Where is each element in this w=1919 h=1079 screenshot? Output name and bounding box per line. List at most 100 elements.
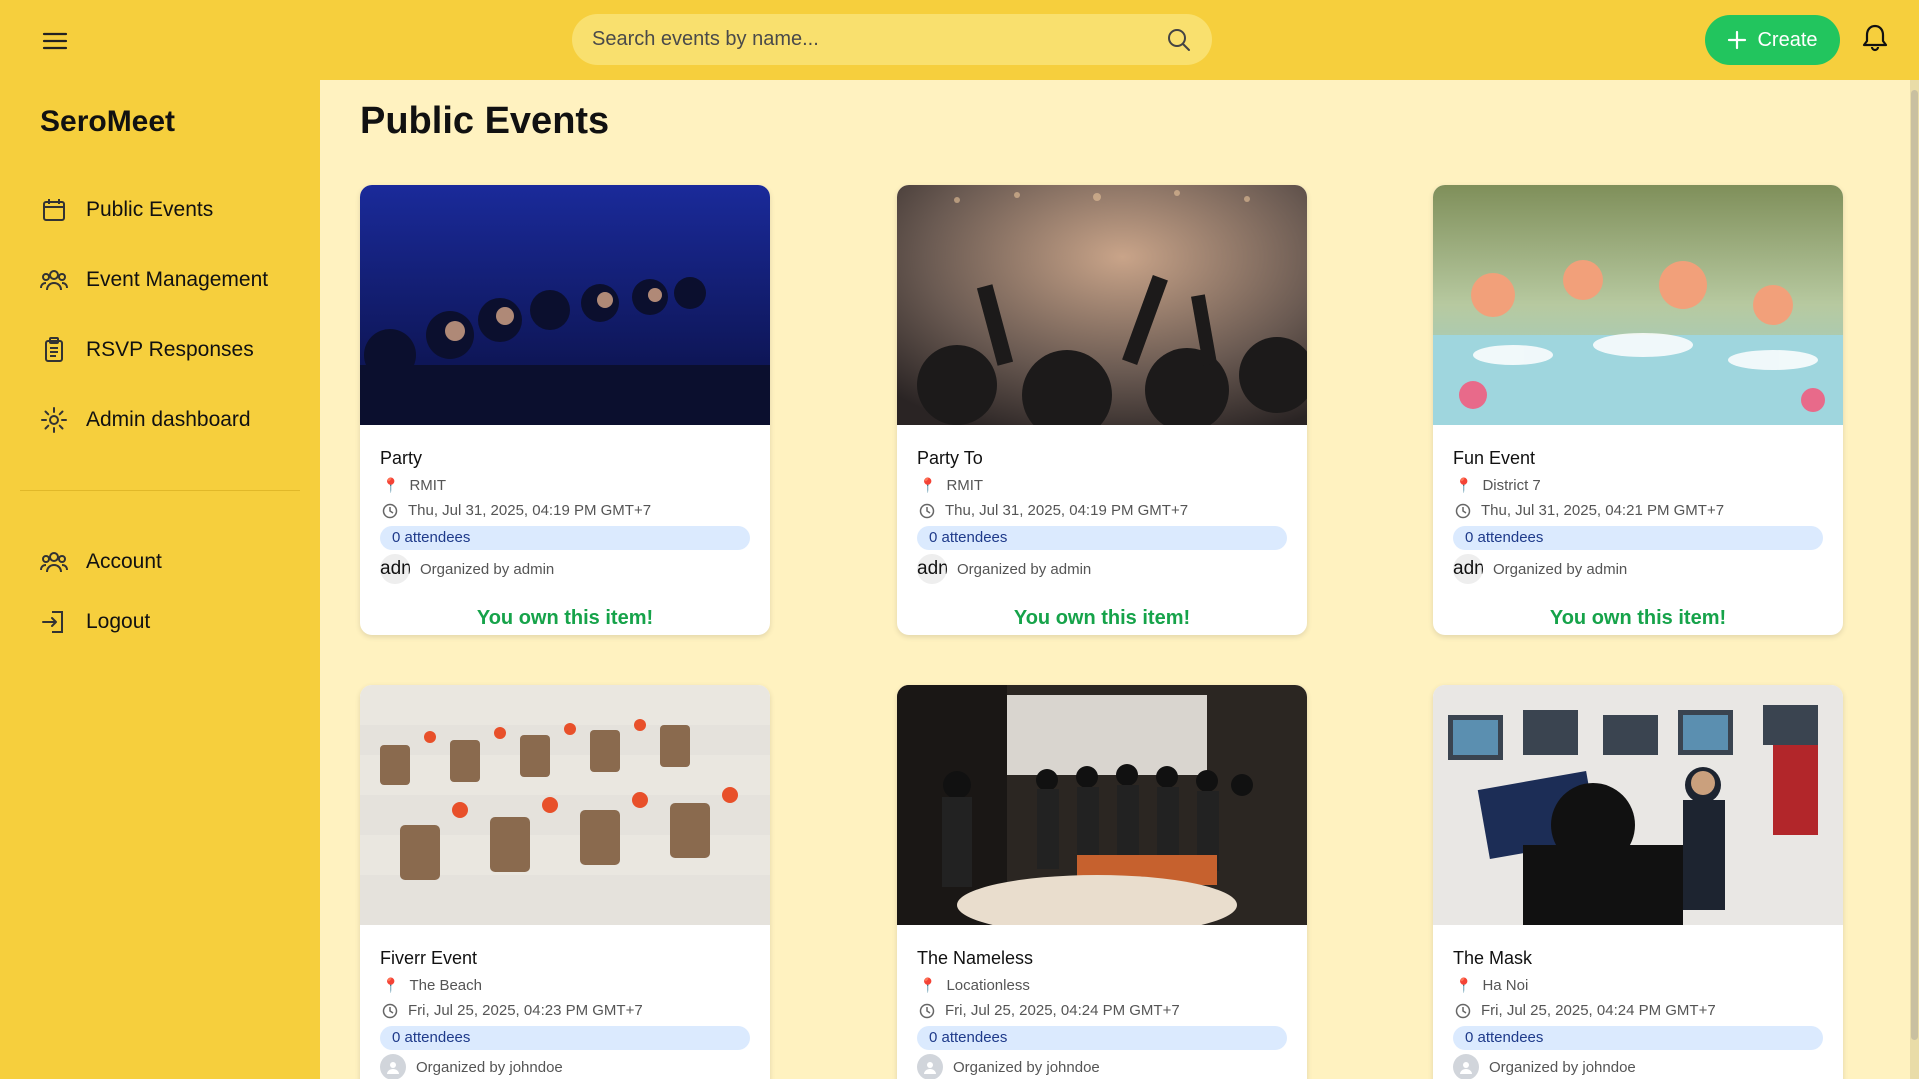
- event-location: 📍 Ha Noi: [1455, 977, 1528, 994]
- organizer-text: Organized by admin: [1493, 560, 1628, 578]
- event-organizer: Organized by johndoe: [380, 1054, 563, 1079]
- event-datetime: Fri, Jul 25, 2025, 04:24 PM GMT+7: [919, 1002, 1180, 1019]
- event-card[interactable]: The Nameless 📍 Locationless Fri, Jul 25,…: [897, 685, 1307, 1079]
- avatar: adn: [380, 554, 410, 584]
- clock-icon: [919, 503, 935, 518]
- bell-icon[interactable]: [1861, 22, 1889, 52]
- clock-icon: [919, 1003, 935, 1018]
- ownership-label: You own this item!: [1013, 607, 1191, 629]
- organizer-text: Organized by johndoe: [953, 1058, 1100, 1076]
- calendar-icon: [43, 199, 65, 221]
- event-datetime: Fri, Jul 25, 2025, 04:23 PM GMT+7: [382, 1002, 643, 1019]
- clock-icon: [382, 503, 398, 518]
- event-title: Fiverr Event: [380, 948, 478, 968]
- event-datetime-text: Fri, Jul 25, 2025, 04:23 PM GMT+7: [408, 1002, 643, 1019]
- event-card[interactable]: Party To 📍 RMIT Thu, Jul 31, 2025, 04:19…: [897, 185, 1307, 635]
- event-datetime-text: Thu, Jul 31, 2025, 04:19 PM GMT+7: [408, 502, 652, 519]
- location-pin-icon: 📍: [382, 977, 400, 993]
- users-icon: [40, 552, 68, 573]
- sidebar-item-rsvp-responses[interactable]: RSVP Responses: [40, 330, 254, 370]
- event-location-text: RMIT: [946, 477, 984, 494]
- user-avatar-icon: [380, 1054, 406, 1079]
- sidebar-item-logout[interactable]: Logout: [40, 602, 150, 642]
- logout-icon: [42, 611, 63, 633]
- sidebar-item-label: Admin dashboard: [86, 408, 251, 431]
- event-datetime-text: Thu, Jul 31, 2025, 04:19 PM GMT+7: [945, 502, 1189, 519]
- create-button[interactable]: Create: [1705, 15, 1840, 65]
- event-location-text: Ha Noi: [1482, 977, 1529, 994]
- event-location-text: The Beach: [409, 977, 482, 994]
- organizer-text: Organized by johndoe: [416, 1058, 563, 1076]
- organizer-text: Organized by admin: [420, 560, 555, 578]
- sidebar: SeroMeet Public Events Event Management …: [0, 80, 320, 1079]
- event-title: Party To: [917, 448, 983, 468]
- attendees-badge: 0 attendees: [917, 1026, 1287, 1050]
- event-location: 📍 The Beach: [382, 977, 482, 994]
- event-card[interactable]: The Mask 📍 Ha Noi Fri, Jul 25, 2025, 04:…: [1433, 685, 1843, 1079]
- location-pin-icon: 📍: [1455, 977, 1473, 993]
- event-card[interactable]: Fun Event 📍 District 7 Thu, Jul 31, 2025…: [1433, 185, 1843, 635]
- sidebar-divider: [20, 490, 300, 491]
- event-title: Fun Event: [1453, 448, 1536, 468]
- event-title: The Nameless: [917, 948, 1034, 968]
- sidebar-item-label: Account: [86, 550, 162, 573]
- event-card[interactable]: Party 📍 RMIT Thu, Jul 31, 2025, 04:19 PM…: [360, 185, 770, 635]
- event-location: 📍 RMIT: [919, 477, 983, 494]
- event-datetime-text: Thu, Jul 31, 2025, 04:21 PM GMT+7: [1481, 502, 1725, 519]
- sidebar-item-account[interactable]: Account: [40, 542, 162, 582]
- organizer-text: Organized by johndoe: [1489, 1058, 1636, 1076]
- event-location: 📍 District 7: [1455, 477, 1541, 494]
- event-location-text: RMIT: [409, 477, 447, 494]
- event-title: Party: [380, 448, 423, 468]
- sidebar-item-public-events[interactable]: Public Events: [40, 190, 213, 230]
- event-datetime-text: Fri, Jul 25, 2025, 04:24 PM GMT+7: [945, 1002, 1180, 1019]
- user-avatar-icon: [1453, 1054, 1479, 1079]
- scrollbar-thumb[interactable]: [1911, 90, 1918, 1040]
- sidebar-item-label: Logout: [86, 610, 151, 633]
- event-image: [897, 185, 1307, 425]
- event-image: [1433, 185, 1843, 425]
- event-image: [360, 685, 770, 925]
- hamburger-menu-icon[interactable]: [38, 26, 72, 56]
- event-card[interactable]: Fiverr Event 📍 The Beach Fri, Jul 25, 20…: [360, 685, 770, 1079]
- attendees-badge: 0 attendees: [380, 526, 750, 550]
- event-datetime-text: Fri, Jul 25, 2025, 04:24 PM GMT+7: [1481, 1002, 1716, 1019]
- event-image: [1433, 685, 1843, 925]
- sidebar-item-event-management[interactable]: Event Management: [40, 260, 268, 300]
- event-organizer: Organized by johndoe: [1453, 1054, 1636, 1079]
- avatar: adn: [1453, 554, 1483, 584]
- event-datetime: Thu, Jul 31, 2025, 04:19 PM GMT+7: [382, 502, 651, 519]
- clock-icon: [1455, 1003, 1471, 1018]
- create-button-label: Create: [1757, 28, 1818, 51]
- attendees-badge: 0 attendees: [1453, 1026, 1823, 1050]
- event-datetime: Thu, Jul 31, 2025, 04:19 PM GMT+7: [919, 502, 1188, 519]
- attendees-badge: 0 attendees: [380, 1026, 750, 1050]
- location-pin-icon: 📍: [382, 477, 400, 493]
- organizer-text: Organized by admin: [957, 560, 1092, 578]
- event-datetime: Thu, Jul 31, 2025, 04:21 PM GMT+7: [1455, 502, 1724, 519]
- location-pin-icon: 📍: [1455, 477, 1473, 493]
- sidebar-item-label: Event Management: [86, 268, 269, 291]
- ownership-label: You own this item!: [1549, 607, 1727, 629]
- event-location-text: Locationless: [946, 977, 1030, 994]
- search-icon[interactable]: [1166, 27, 1192, 53]
- event-title: The Mask: [1453, 948, 1533, 968]
- event-organizer: Organized by johndoe: [917, 1054, 1100, 1079]
- event-location: 📍 Locationless: [919, 977, 1030, 994]
- sidebar-item-label: Public Events: [86, 198, 214, 221]
- top-bar: Create: [0, 0, 1919, 80]
- event-organizer: adn Organized by admin: [1453, 554, 1627, 584]
- event-image: [360, 185, 770, 425]
- page-title: Public Events: [360, 100, 610, 142]
- attendees-badge: 0 attendees: [1453, 526, 1823, 550]
- location-pin-icon: 📍: [919, 477, 937, 493]
- search-input[interactable]: [592, 14, 1152, 65]
- sidebar-item-label: RSVP Responses: [86, 338, 254, 361]
- user-avatar-icon: [917, 1054, 943, 1079]
- sidebar-item-admin-dashboard[interactable]: Admin dashboard: [40, 400, 251, 440]
- event-location: 📍 RMIT: [382, 477, 446, 494]
- event-organizer: adn Organized by admin: [380, 554, 554, 584]
- event-organizer: adn Organized by admin: [917, 554, 1091, 584]
- avatar: adn: [917, 554, 947, 584]
- location-pin-icon: 📍: [919, 977, 937, 993]
